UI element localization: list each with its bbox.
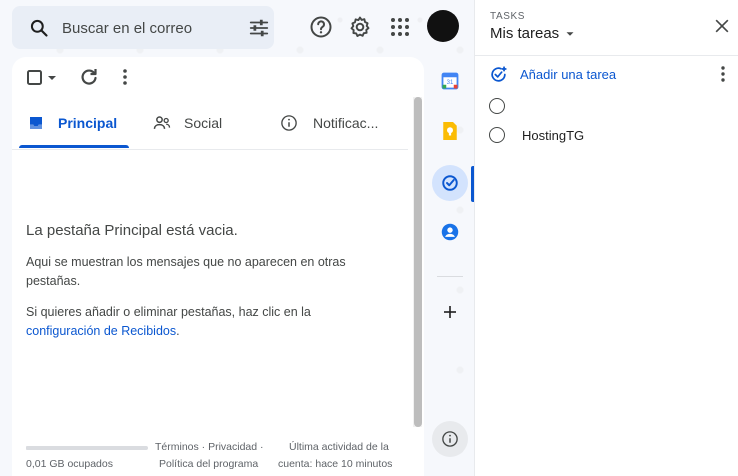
tasks-panel: TASKS Mis tareas Añadir una tarea Hostin… (474, 0, 738, 476)
empty-state-title: La pestaña Principal está vacia. (26, 222, 238, 239)
info-icon (442, 431, 458, 447)
refresh-icon[interactable] (77, 65, 101, 89)
calendar-icon: 31 (441, 72, 459, 90)
tab-principal[interactable]: Principal (28, 97, 117, 149)
gear-icon[interactable] (348, 15, 372, 39)
tasks-panel-kicker: TASKS (490, 11, 526, 22)
task-complete-checkbox[interactable] (489, 98, 505, 114)
people-icon (153, 116, 171, 129)
empty-state-line: Si quieres añadir o eliminar pestañas, h… (26, 305, 311, 319)
close-icon[interactable] (712, 16, 732, 36)
task-complete-checkbox[interactable] (489, 127, 505, 143)
task-item[interactable]: HostingTG (489, 125, 584, 145)
contacts-button[interactable] (432, 214, 468, 250)
empty-state-line: Aqui se muestran los mensajes que no apa… (26, 255, 346, 269)
task-list-selector[interactable]: Mis tareas (490, 25, 577, 42)
task-title[interactable]: HostingTG (522, 128, 584, 143)
search-options-icon[interactable] (248, 17, 270, 39)
tab-notificaciones-label: Notificac... (313, 115, 379, 131)
contacts-icon (441, 223, 459, 241)
search-input[interactable] (62, 16, 192, 40)
active-tab-indicator (19, 145, 129, 148)
tab-social-label: Social (184, 115, 223, 131)
storage-text: 0,01 GB ocupados (26, 458, 113, 470)
keep-icon (443, 122, 457, 140)
search-icon[interactable] (29, 18, 49, 38)
info-icon (281, 115, 297, 131)
tasks-icon (442, 175, 458, 191)
tab-principal-label: Principal (58, 115, 118, 131)
category-tabs: Principal Social Notificac... (0, 97, 396, 149)
footer-terms-links[interactable]: Términos · Privacidad · (155, 441, 264, 453)
inbox-settings-link[interactable]: configuración de Recibidos (26, 324, 176, 338)
get-addons-button[interactable] (432, 294, 468, 330)
more-options-icon[interactable] (113, 65, 137, 89)
last-activity-time: cuenta: hace 10 minutos (278, 458, 393, 470)
avatar[interactable] (427, 10, 459, 42)
empty-state-line: pestañas. (26, 274, 81, 288)
link-suffix: . (176, 324, 180, 338)
empty-state-link-line: configuración de Recibidos. (26, 322, 386, 341)
task-list-options-icon[interactable] (715, 64, 731, 84)
task-list-name: Mis tareas (490, 25, 560, 42)
tasks-header-divider (475, 55, 738, 56)
add-task-icon (491, 66, 507, 82)
tab-notificaciones[interactable]: Notificac... (280, 97, 378, 149)
keep-button[interactable] (432, 113, 468, 149)
search-bar[interactable] (12, 6, 274, 49)
rail-divider (437, 276, 463, 277)
select-checkbox-icon[interactable] (24, 66, 60, 90)
last-activity-text: Última actividad de la (289, 441, 389, 453)
svg-text:31: 31 (447, 80, 454, 86)
footer-program-policy[interactable]: Política del programa (159, 458, 258, 470)
help-circle-icon[interactable] (309, 15, 333, 39)
tasks-button[interactable] (432, 165, 468, 201)
calendar-button[interactable]: 31 (432, 63, 468, 99)
rail-info-button[interactable] (432, 421, 468, 457)
scrollbar-thumb[interactable] (414, 97, 422, 427)
task-item[interactable] (489, 96, 522, 116)
apps-grid-icon[interactable] (388, 15, 412, 39)
chevron-down-icon (566, 31, 574, 36)
tab-social[interactable]: Social (152, 97, 222, 149)
storage-bar (26, 446, 148, 450)
add-task-label: Añadir una tarea (520, 66, 617, 82)
plus-icon (444, 306, 456, 318)
tabs-divider (12, 149, 408, 150)
add-task-button[interactable]: Añadir una tarea (489, 63, 616, 85)
inbox-icon (30, 117, 42, 129)
